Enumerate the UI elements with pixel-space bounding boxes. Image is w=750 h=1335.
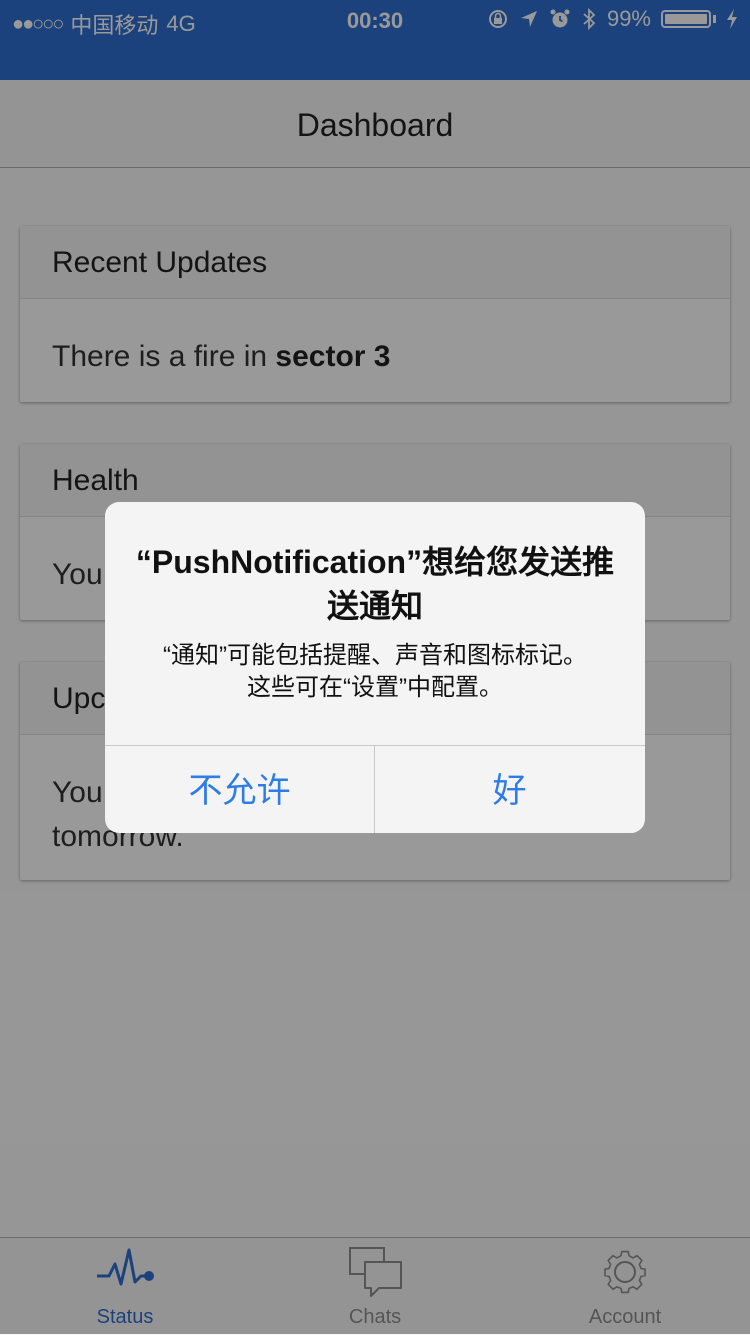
push-permission-alert: “PushNotification”想给您发送推送通知 “通知”可能包括提醒、声… bbox=[105, 502, 645, 833]
allow-button[interactable]: 好 bbox=[375, 746, 644, 833]
deny-button[interactable]: 不允许 bbox=[105, 746, 375, 833]
alert-message: “通知”可能包括提醒、声音和图标标记。 这些可在“设置”中配置。 bbox=[129, 640, 621, 704]
alert-title: “PushNotification”想给您发送推送通知 bbox=[135, 544, 615, 624]
alert-message-line: “通知”可能包括提醒、声音和图标标记。 bbox=[163, 642, 587, 669]
alert-button-row: 不允许 好 bbox=[105, 745, 645, 833]
alert-message-line: 这些可在“设置”中配置。 bbox=[247, 674, 503, 701]
